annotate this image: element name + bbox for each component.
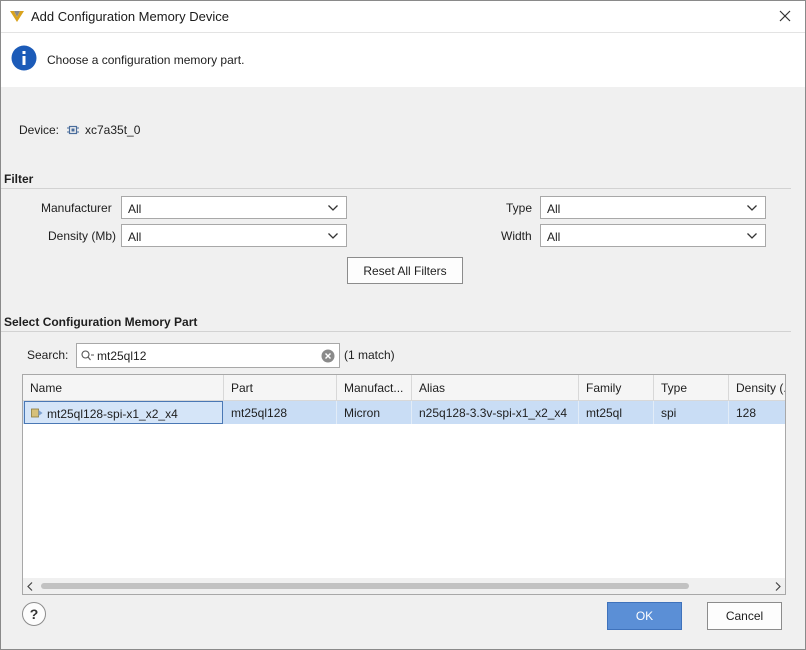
chevron-down-icon bbox=[747, 233, 757, 239]
cell-manufacturer: Micron bbox=[337, 401, 412, 424]
cell-name[interactable]: mt25ql128-spi-x1_x2_x4 bbox=[24, 401, 223, 424]
device-value: xc7a35t_0 bbox=[85, 123, 141, 137]
select-section-title: Select Configuration Memory Part bbox=[4, 315, 198, 329]
cell-type: spi bbox=[654, 401, 729, 424]
type-combo[interactable]: All bbox=[540, 196, 766, 219]
vivado-logo-icon bbox=[10, 11, 24, 22]
cell-family: mt25ql bbox=[579, 401, 654, 424]
scroll-left-icon[interactable] bbox=[27, 582, 33, 591]
reset-filters-label: Reset All Filters bbox=[363, 264, 447, 278]
manufacturer-combo[interactable]: All bbox=[121, 196, 347, 219]
select-divider bbox=[1, 331, 791, 332]
info-icon bbox=[11, 45, 37, 71]
cell-alias: n25q128-3.3v-spi-x1_x2_x4 bbox=[412, 401, 579, 424]
close-button[interactable] bbox=[773, 5, 797, 27]
table-row[interactable]: mt25ql128-spi-x1_x2_x4 mt25ql128 Micron … bbox=[23, 401, 785, 424]
cancel-button[interactable]: Cancel bbox=[707, 602, 782, 630]
column-header-family[interactable]: Family bbox=[579, 375, 654, 400]
column-header-part[interactable]: Part bbox=[224, 375, 337, 400]
chevron-down-icon bbox=[747, 205, 757, 211]
window-title: Add Configuration Memory Device bbox=[31, 9, 229, 24]
reset-filters-button[interactable]: Reset All Filters bbox=[347, 257, 463, 284]
ok-label: OK bbox=[635, 609, 654, 623]
title-bar: Add Configuration Memory Device bbox=[1, 1, 805, 33]
filter-section-title: Filter bbox=[4, 172, 34, 186]
parts-table: Name Part Manufact... Alias Family Type … bbox=[22, 374, 786, 595]
cell-part: mt25ql128 bbox=[224, 401, 337, 424]
density-combo[interactable]: All bbox=[121, 224, 347, 247]
scrollbar-thumb[interactable] bbox=[41, 583, 689, 589]
chip-icon bbox=[67, 125, 79, 135]
cell-density: 128 bbox=[736, 406, 757, 420]
match-count: (1 match) bbox=[344, 348, 395, 362]
column-header-type[interactable]: Type bbox=[654, 375, 729, 400]
horizontal-scrollbar[interactable] bbox=[23, 578, 785, 594]
column-header-alias[interactable]: Alias bbox=[412, 375, 579, 400]
search-label: Search: bbox=[27, 348, 69, 362]
banner-message: Choose a configuration memory part. bbox=[47, 53, 245, 67]
type-value: All bbox=[547, 202, 561, 216]
width-label: Width bbox=[501, 229, 532, 243]
density-value: All bbox=[128, 230, 142, 244]
help-icon: ? bbox=[29, 606, 39, 622]
manufacturer-value: All bbox=[128, 202, 142, 216]
clear-search-icon[interactable] bbox=[321, 349, 335, 363]
chevron-down-icon bbox=[328, 205, 338, 211]
ok-button[interactable]: OK bbox=[607, 602, 682, 630]
search-box[interactable] bbox=[76, 343, 340, 368]
info-banner: Choose a configuration memory part. bbox=[1, 33, 805, 87]
search-icon bbox=[81, 350, 94, 361]
close-icon bbox=[779, 10, 791, 22]
column-header-name[interactable]: Name bbox=[23, 375, 224, 400]
add-config-memory-dialog: Add Configuration Memory Device Choose a… bbox=[0, 0, 806, 650]
density-label: Density (Mb) bbox=[48, 229, 117, 243]
table-header: Name Part Manufact... Alias Family Type … bbox=[23, 375, 785, 401]
filter-divider bbox=[1, 188, 791, 189]
help-button[interactable]: ? bbox=[22, 602, 46, 626]
cancel-label: Cancel bbox=[725, 609, 764, 623]
chevron-down-icon bbox=[328, 233, 338, 239]
device-label: Device: bbox=[19, 123, 60, 137]
width-combo[interactable]: All bbox=[540, 224, 766, 247]
width-value: All bbox=[547, 230, 561, 244]
search-input[interactable] bbox=[97, 347, 317, 364]
column-header-density[interactable]: Density (... bbox=[729, 375, 785, 400]
manufacturer-label: Manufacturer bbox=[41, 201, 112, 215]
column-header-manufacturer[interactable]: Manufact... bbox=[337, 375, 412, 400]
scroll-right-icon[interactable] bbox=[775, 582, 781, 591]
type-label: Type bbox=[506, 201, 533, 215]
memory-part-icon bbox=[31, 408, 43, 418]
